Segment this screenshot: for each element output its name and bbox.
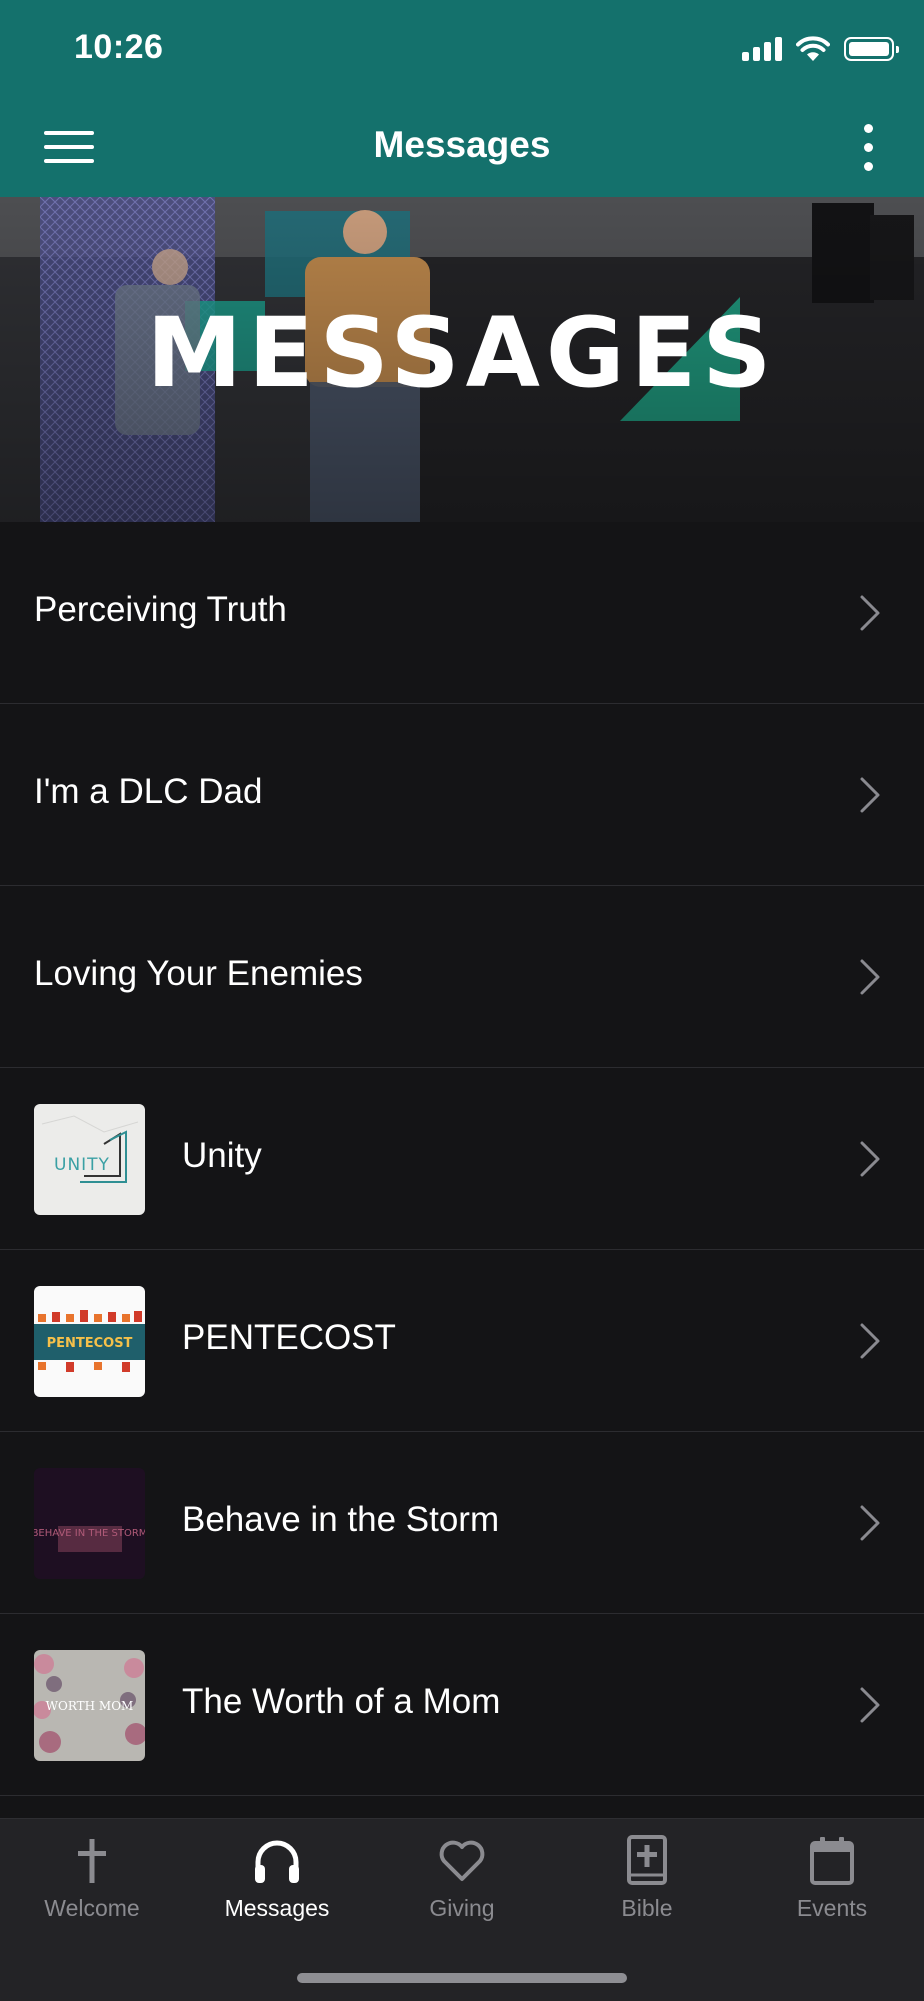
series-thumbnail-pentecost: PENTECOST (34, 1286, 145, 1397)
headphones-icon (255, 1840, 299, 1883)
chevron-right-icon (860, 777, 880, 813)
thumbnail-text: PENTECOST (47, 1336, 133, 1351)
thumbnail-text: UNITY (54, 1155, 110, 1175)
series-thumbnail-mom: WORTH MOM (34, 1650, 145, 1761)
list-item-perceiving-truth[interactable]: Perceiving Truth (0, 522, 924, 704)
page-title: Messages (373, 124, 551, 165)
chevron-right-icon (860, 1323, 880, 1359)
chevron-right-icon (860, 1505, 880, 1541)
status-icons (742, 36, 899, 62)
list-item-behave-in-the-storm[interactable]: BEHAVE IN THE STORM Behave in the Storm (0, 1432, 924, 1614)
chevron-right-icon (860, 1687, 880, 1723)
series-thumbnail-storm: BEHAVE IN THE STORM (34, 1468, 145, 1579)
list-item-loving-your-enemies[interactable]: Loving Your Enemies (0, 886, 924, 1068)
list-item-title: Behave in the Storm (182, 1500, 500, 1539)
hero-banner: MESSAGES (0, 197, 924, 522)
calendar-icon (810, 1837, 854, 1885)
list-item-title: Unity (182, 1136, 262, 1175)
bible-icon (627, 1835, 667, 1885)
heart-icon (439, 1840, 485, 1881)
hero-title: MESSAGES (146, 297, 778, 409)
tab-bar: Welcome Messages Giving Bible Events (0, 1818, 924, 2001)
list-item-title: Loving Your Enemies (34, 954, 363, 993)
wifi-icon (796, 36, 830, 61)
more-options-icon[interactable] (854, 120, 884, 176)
tab-label: Messages (224, 1895, 330, 1921)
list-item-title: PENTECOST (182, 1318, 396, 1357)
chevron-right-icon (860, 1141, 880, 1177)
list-item-title: I'm a DLC Dad (34, 772, 263, 811)
status-bar: 10:26 (0, 0, 924, 100)
messages-list: Perceiving Truth I'm a DLC Dad Loving Yo… (0, 522, 924, 1796)
tab-label: Bible (621, 1895, 673, 1921)
tab-label: Giving (429, 1895, 495, 1921)
tab-events[interactable]: Events (740, 1819, 924, 1959)
chevron-right-icon (860, 595, 880, 631)
battery-icon (844, 37, 899, 61)
nav-bar: Messages (0, 100, 924, 197)
list-item-title: The Worth of a Mom (182, 1682, 501, 1721)
list-item-dlc-dad[interactable]: I'm a DLC Dad (0, 704, 924, 886)
tab-welcome[interactable]: Welcome (0, 1819, 184, 1959)
tab-label: Welcome (44, 1895, 140, 1921)
tab-giving[interactable]: Giving (370, 1819, 554, 1959)
list-item-worth-of-a-mom[interactable]: WORTH MOM The Worth of a Mom (0, 1614, 924, 1796)
home-indicator[interactable] (297, 1973, 627, 1983)
list-item-pentecost[interactable]: PENTECOST PENTECOST (0, 1250, 924, 1432)
thumbnail-text: WORTH MOM (46, 1699, 134, 1713)
cellular-signal-icon (742, 37, 782, 61)
tab-label: Events (796, 1895, 868, 1921)
list-item-unity[interactable]: UNITY Unity (0, 1068, 924, 1250)
cross-icon (78, 1839, 106, 1883)
thumbnail-text: BEHAVE IN THE STORM (34, 1528, 145, 1539)
series-thumbnail-unity: UNITY (34, 1104, 145, 1215)
chevron-right-icon (860, 959, 880, 995)
list-item-title: Perceiving Truth (34, 590, 287, 629)
tab-messages[interactable]: Messages (185, 1819, 369, 1959)
status-time: 10:26 (74, 28, 164, 66)
tab-bible[interactable]: Bible (555, 1819, 739, 1959)
